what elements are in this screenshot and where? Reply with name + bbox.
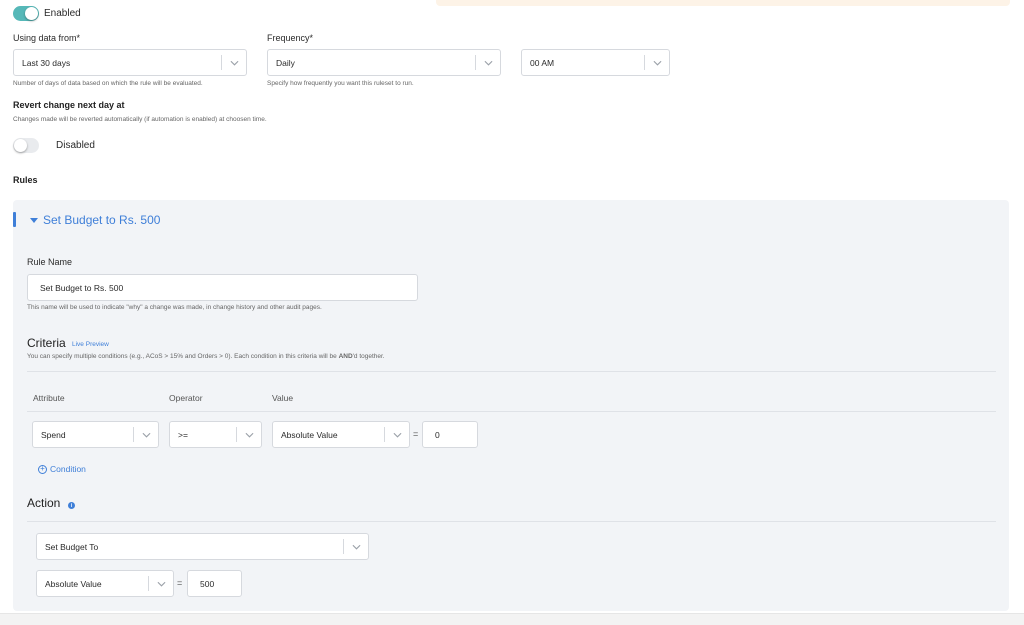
plus-circle-icon: + <box>38 464 47 474</box>
columns-divider <box>27 411 996 412</box>
criteria-help: You can specify multiple conditions (e.g… <box>27 353 385 360</box>
toggle-knob <box>14 139 27 152</box>
rules-title: Rules <box>13 175 38 185</box>
toggle-knob <box>25 7 38 20</box>
equals-sign: = <box>413 429 419 439</box>
chevron-down-icon <box>237 432 261 438</box>
chevron-down-icon <box>385 432 409 438</box>
frequency-value: Daily <box>276 57 295 68</box>
action-type-value: Set Budget To <box>45 541 99 552</box>
value-type-value: Absolute Value <box>281 429 338 440</box>
action-value-input[interactable]: 500 <box>187 570 242 597</box>
using-data-value: Last 30 days <box>22 57 71 68</box>
enabled-toggle[interactable] <box>13 6 39 21</box>
top-banner <box>436 0 1010 6</box>
frequency-select[interactable]: Daily <box>267 49 501 76</box>
rule-name-help: This name will be used to indicate "why"… <box>27 304 322 311</box>
attribute-value: Spend <box>41 429 66 440</box>
condition-value-input[interactable]: 0 <box>422 421 478 448</box>
revert-title: Revert change next day at <box>13 100 125 110</box>
rule-card-accent <box>13 212 16 227</box>
action-type-select[interactable]: Set Budget To <box>36 533 369 560</box>
criteria-help-and: AND <box>338 353 353 360</box>
value-type-select[interactable]: Absolute Value <box>272 421 410 448</box>
action-equals-sign: = <box>177 578 183 588</box>
operator-select[interactable]: >= <box>169 421 262 448</box>
chevron-down-icon <box>134 432 158 438</box>
chevron-down-icon <box>645 60 669 66</box>
rule-header-title: Set Budget to Rs. 500 <box>43 213 161 227</box>
action-value-type-select[interactable]: Absolute Value <box>36 570 174 597</box>
chevron-down-icon <box>149 581 173 587</box>
criteria-help-suffix: 'd together. <box>352 353 385 360</box>
add-condition-label: Condition <box>50 464 86 474</box>
info-icon[interactable]: i <box>68 502 75 509</box>
revert-toggle[interactable] <box>13 138 39 153</box>
rule-name-label: Rule Name <box>27 257 73 267</box>
using-data-select[interactable]: Last 30 days <box>13 49 247 76</box>
add-condition-button[interactable]: + Condition <box>38 464 86 474</box>
criteria-help-prefix: You can specify multiple conditions (e.g… <box>27 353 339 360</box>
action-value-type-value: Absolute Value <box>45 578 102 589</box>
action-divider <box>27 521 996 522</box>
column-value: Value <box>272 393 294 403</box>
criteria-divider <box>27 371 996 372</box>
criteria-title: Criteria <box>27 336 66 350</box>
using-data-label: Using data from* <box>13 33 81 43</box>
operator-value: >= <box>178 429 188 440</box>
time-value: 00 AM <box>530 57 555 68</box>
rule-header[interactable]: Set Budget to Rs. 500 <box>30 213 160 227</box>
attribute-select[interactable]: Spend <box>32 421 159 448</box>
column-operator: Operator <box>169 393 203 403</box>
live-preview-link[interactable]: Live Preview <box>72 341 109 348</box>
chevron-down-icon <box>476 60 500 66</box>
bottom-bar <box>0 613 1024 625</box>
chevron-down-icon <box>222 60 246 66</box>
chevron-down-icon <box>344 544 368 550</box>
caret-down-icon <box>30 217 38 223</box>
using-data-help: Number of days of data based on which th… <box>13 80 203 87</box>
frequency-help: Specify how frequently you want this rul… <box>267 80 414 87</box>
time-select[interactable]: 00 AM <box>521 49 670 76</box>
rule-name-input[interactable]: Set Budget to Rs. 500 <box>27 274 418 301</box>
revert-help: Changes made will be reverted automatica… <box>13 116 267 123</box>
frequency-label: Frequency* <box>267 33 314 43</box>
enabled-toggle-label: Enabled <box>44 8 81 19</box>
revert-toggle-row[interactable]: Disabled <box>13 138 95 153</box>
column-attribute: Attribute <box>33 393 65 403</box>
action-title: Action <box>27 496 61 510</box>
revert-toggle-label: Disabled <box>56 140 95 151</box>
enabled-toggle-row[interactable]: Enabled <box>13 6 81 21</box>
